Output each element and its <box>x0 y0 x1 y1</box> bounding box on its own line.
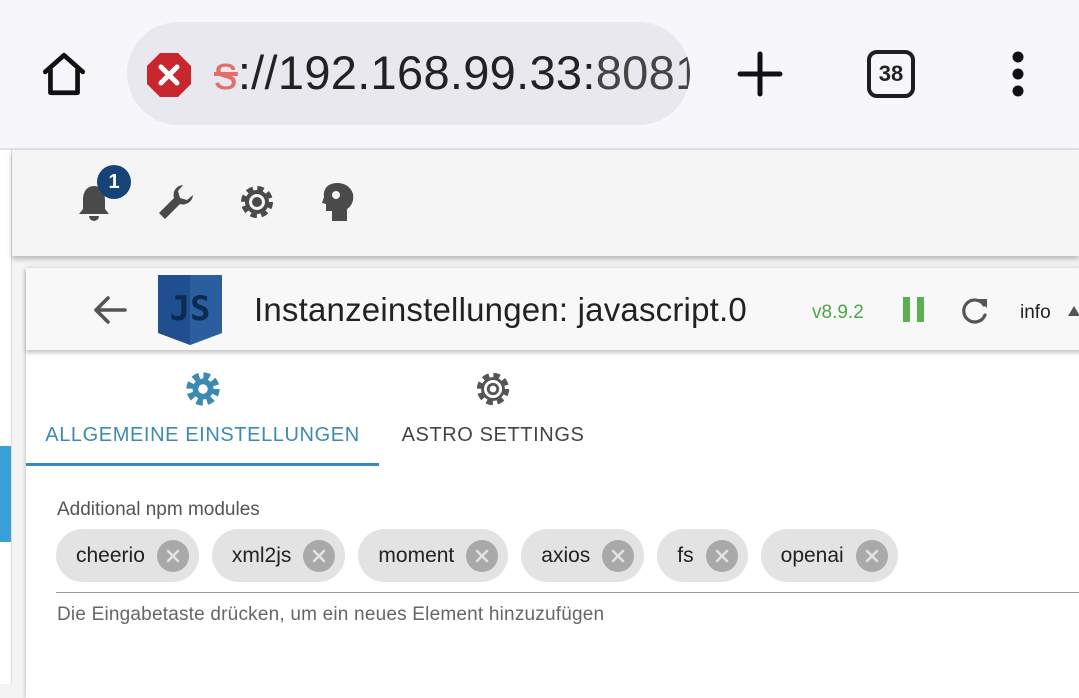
plus-icon <box>737 51 783 97</box>
chip-label: axios <box>541 543 591 567</box>
sidebar-active-indicator <box>0 446 11 542</box>
chip-cheerio[interactable]: cheerio <box>56 529 199 582</box>
chip-fs[interactable]: fs <box>657 529 748 582</box>
input-underline <box>56 592 1079 593</box>
gear-outline-icon <box>476 372 510 406</box>
chip-delete-button[interactable] <box>705 539 738 572</box>
browser-menu-button[interactable] <box>996 44 1040 104</box>
refresh-icon <box>962 298 987 324</box>
javascript-adapter-logo: JS <box>158 275 222 345</box>
log-level-select[interactable]: info <box>1020 302 1051 324</box>
url-text[interactable]: s://192.168.99.33:8081 <box>214 44 690 102</box>
arrow-left-icon <box>94 296 127 324</box>
close-icon <box>313 549 326 562</box>
home-icon <box>42 52 86 96</box>
chip-moment[interactable]: moment <box>358 529 509 582</box>
expert-mode-button[interactable] <box>316 180 360 224</box>
tab-label: ALLGEMEINE EINSTELLUNGEN <box>45 424 360 446</box>
browser-chrome: s://192.168.99.33:8081 38 <box>0 0 1079 150</box>
notification-badge: 1 <box>97 165 131 199</box>
close-icon <box>865 549 879 562</box>
active-tab-indicator <box>26 463 379 466</box>
page-title: Instanzeinstellungen: javascript.0 <box>254 291 747 328</box>
chip-delete-button[interactable] <box>602 539 635 572</box>
chip-xml2js[interactable]: xml2js <box>211 529 346 582</box>
pause-icon-bar-right <box>917 297 924 322</box>
tab-label: ASTRO SETTINGS <box>401 424 585 446</box>
chip-delete-button[interactable] <box>303 539 336 572</box>
brain-head-icon <box>322 183 354 221</box>
back-button[interactable] <box>90 290 130 330</box>
pause-icon-bar-left <box>903 297 910 322</box>
chip-label: xml2js <box>231 543 292 567</box>
insecure-warning-icon[interactable] <box>145 51 193 99</box>
npm-modules-chip-input[interactable]: cheerio xml2js moment axios fs openai <box>56 529 898 583</box>
close-icon <box>611 549 625 562</box>
chip-label: fs <box>677 543 694 567</box>
tabs-icon[interactable]: 38 <box>867 50 915 98</box>
new-tab-button[interactable] <box>732 46 788 102</box>
tab-count: 38 <box>878 61 904 86</box>
home-button[interactable] <box>36 46 92 102</box>
restart-instance-button[interactable] <box>957 294 991 328</box>
close-icon <box>475 549 489 562</box>
more-vert-icon <box>1012 51 1024 97</box>
js-logo-text: JS <box>170 289 211 329</box>
npm-modules-helper-text: Die Eingabetaste drücken, um ein neues E… <box>57 604 605 625</box>
url-host: ://192.168.99.33: <box>237 46 596 99</box>
sidebar-edge <box>0 150 12 684</box>
adapter-version: v8.9.2 <box>812 302 864 323</box>
chip-axios[interactable]: axios <box>521 529 645 582</box>
chip-delete-button[interactable] <box>466 539 499 572</box>
tab-astro-settings[interactable]: ASTRO SETTINGS <box>386 362 600 466</box>
wrench-icon <box>159 185 193 219</box>
close-icon <box>166 549 180 562</box>
address-bar[interactable]: s://192.168.99.33:8081 <box>127 22 690 125</box>
close-icon <box>715 549 728 562</box>
chip-label: cheerio <box>76 543 145 567</box>
app-toolbar <box>12 150 1079 256</box>
chip-label: openai <box>780 543 844 567</box>
gear-icon <box>241 186 273 218</box>
chip-delete-button[interactable] <box>156 539 189 572</box>
gear-filled-icon <box>185 372 220 406</box>
tab-allgemeine-einstellungen[interactable]: ALLGEMEINE EINSTELLUNGEN <box>26 362 379 466</box>
chip-delete-button[interactable] <box>855 539 888 572</box>
settings-wrench-button[interactable] <box>154 180 198 224</box>
chip-label: moment <box>378 543 455 567</box>
npm-modules-label: Additional npm modules <box>57 499 260 520</box>
chevron-up-icon[interactable] <box>1068 306 1079 316</box>
pause-instance-button[interactable] <box>903 297 929 325</box>
system-settings-button[interactable] <box>235 180 279 224</box>
chip-openai[interactable]: openai <box>760 529 898 582</box>
url-port: 8081 <box>595 46 690 99</box>
url-scheme: s <box>214 46 238 99</box>
